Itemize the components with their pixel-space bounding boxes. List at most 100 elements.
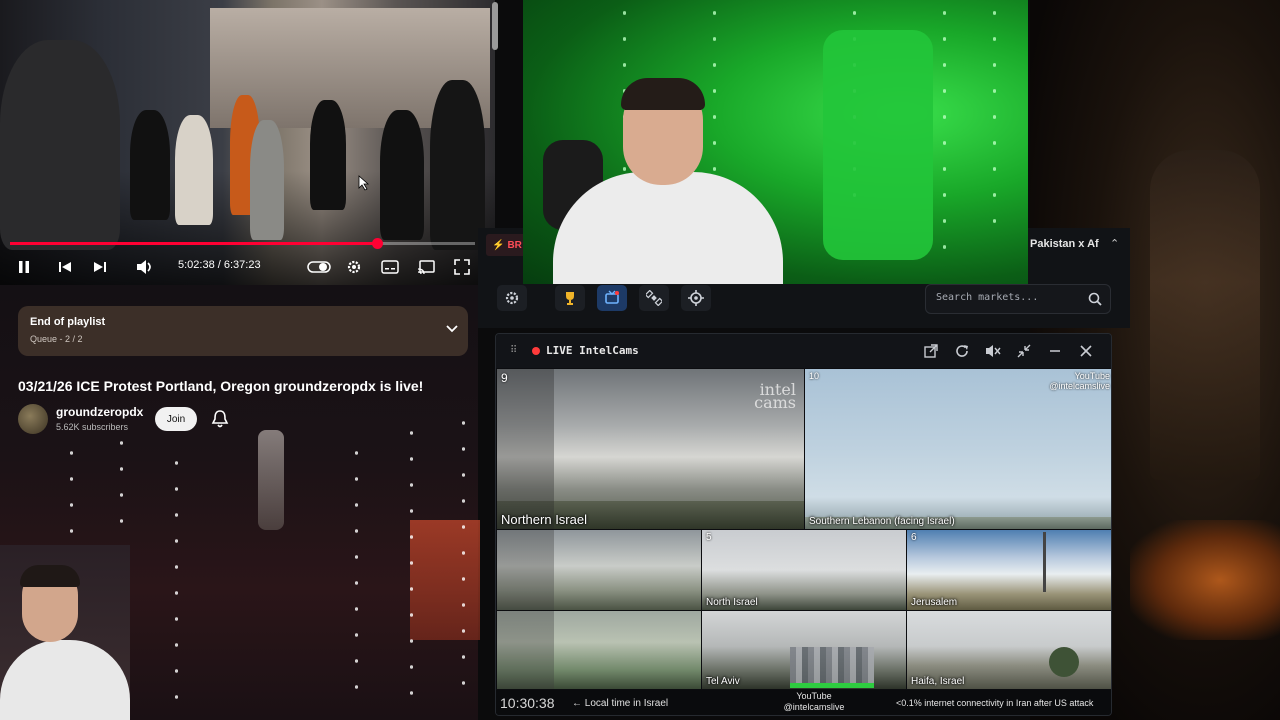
person: [430, 80, 485, 250]
string-lights: [462, 410, 465, 700]
tv-icon: [605, 290, 619, 304]
time-readout: 5:02:38 / 6:37:23: [178, 259, 261, 271]
string-lights: [993, 0, 996, 240]
camera-feed[interactable]: 5 North Israel: [702, 530, 906, 610]
close-icon[interactable]: [1077, 342, 1095, 360]
channel-credit: YouTube @intelcamslive: [764, 691, 864, 713]
skip-previous-icon[interactable]: [55, 256, 75, 278]
trophy-icon: [566, 292, 574, 305]
seek-bar[interactable]: [10, 238, 475, 249]
captions-icon[interactable]: [380, 256, 400, 278]
minimize-icon[interactable]: [1046, 342, 1064, 360]
window-header[interactable]: ⠿ LIVE IntelCams: [496, 334, 1111, 368]
camera-feed[interactable]: 10 YouTube @intelcamslive Southern Leban…: [805, 369, 1111, 529]
app-name: IntelCams: [579, 344, 639, 357]
feed-label: Northern Israel: [501, 512, 587, 527]
trophy-button[interactable]: [555, 285, 585, 311]
pixelated-region: [790, 683, 874, 688]
camera-feed[interactable]: [497, 530, 701, 610]
bell-icon[interactable]: [210, 408, 230, 430]
gear-icon[interactable]: [344, 256, 364, 278]
subscriber-count: 5.62K subscribers: [56, 422, 129, 432]
drag-handle-icon[interactable]: ⠿: [510, 345, 517, 356]
blurred-pole: [258, 430, 284, 530]
channel-name[interactable]: groundzeropdx: [56, 405, 143, 419]
news-ticker[interactable]: Pakistan x Af: [1030, 238, 1099, 250]
volume-icon[interactable]: [135, 256, 155, 278]
search-box[interactable]: [925, 284, 1111, 314]
search-input[interactable]: [936, 292, 1076, 303]
tv-button[interactable]: [597, 285, 627, 311]
string-lights: [943, 0, 946, 260]
watermark: YouTube @intelcamslive: [1049, 371, 1110, 391]
feed-label: Jerusalem: [911, 597, 958, 608]
fullscreen-icon[interactable]: [452, 256, 472, 278]
video-title: 03/21/26 ICE Protest Portland, Oregon gr…: [18, 378, 424, 394]
person: [380, 110, 424, 240]
person: [175, 115, 213, 225]
feed-overlay: [497, 530, 554, 610]
satellite-button[interactable]: [639, 285, 669, 311]
blurred-sign: [410, 520, 480, 640]
window-title: LIVE IntelCams: [546, 344, 639, 357]
feed-number: 6: [911, 532, 917, 543]
join-button[interactable]: Join: [155, 407, 197, 431]
camera-feed[interactable]: [497, 611, 701, 689]
feed-overlay: [497, 611, 554, 689]
chevron-down-icon[interactable]: [446, 322, 458, 336]
pause-icon[interactable]: [14, 256, 34, 278]
clock-caption: ← Local time in Israel: [572, 698, 669, 709]
person: [0, 40, 120, 250]
bolt-icon: ⚡: [492, 239, 505, 251]
locate-button[interactable]: [681, 285, 711, 311]
streamer-webcam-inset: [0, 545, 130, 720]
news-crawl: <0.1% internet connectivity in Iran afte…: [896, 698, 1094, 708]
gear-icon: [505, 291, 519, 305]
skip-next-icon[interactable]: [90, 256, 110, 278]
playlist-panel[interactable]: End of playlist Queue - 2 / 2: [18, 306, 468, 356]
breaking-label: BR: [507, 239, 522, 251]
collapse-icon[interactable]: [1015, 342, 1033, 360]
feed-label: Haifa, Israel: [911, 676, 965, 687]
person: [310, 100, 346, 210]
seek-bar-played: [10, 242, 378, 245]
credit-platform: YouTube: [796, 691, 832, 701]
breaking-badge[interactable]: ⚡ BR: [486, 234, 526, 256]
camera-feed[interactable]: Haifa, Israel: [907, 611, 1111, 689]
person: [130, 110, 170, 220]
avatar[interactable]: [18, 404, 48, 434]
person: [250, 120, 284, 240]
autoplay-toggle-icon[interactable]: [306, 256, 332, 278]
scrollbar[interactable]: [492, 2, 498, 50]
pixelated-region: [790, 647, 874, 683]
settings-button[interactable]: [497, 285, 527, 311]
string-lights: [355, 440, 358, 700]
intelcams-window[interactable]: ⠿ LIVE IntelCams 9 intel cams Northern I…: [495, 333, 1112, 716]
string-lights: [175, 450, 178, 700]
local-clock: 10:30:38: [500, 695, 555, 711]
playlist-queue-position: Queue - 2 / 2: [30, 334, 83, 344]
antenna-tower: [1043, 532, 1046, 592]
streamer-shirt: [0, 640, 130, 720]
feed-overlay: [497, 369, 554, 529]
streamer-hair: [621, 78, 705, 110]
camera-feed[interactable]: Tel Aviv: [702, 611, 906, 689]
video-player[interactable]: 5:02:38 / 6:37:23: [0, 0, 495, 285]
cast-icon[interactable]: [416, 256, 436, 278]
refresh-icon[interactable]: [953, 342, 971, 360]
open-external-icon[interactable]: [922, 342, 940, 360]
mouse-cursor-icon: [358, 175, 370, 191]
live-indicator-dot: [532, 347, 540, 355]
green-chair: [823, 30, 933, 260]
intelcams-logo: intel cams: [754, 380, 796, 412]
feed-label: North Israel: [706, 597, 758, 608]
live-label: LIVE: [546, 344, 573, 357]
camera-feed[interactable]: 9 intel cams Northern Israel: [497, 369, 804, 529]
feed-label: Tel Aviv: [706, 676, 740, 687]
chevron-up-icon[interactable]: ⌃: [1110, 237, 1119, 250]
mute-icon[interactable]: [984, 342, 1002, 360]
playlist-title: End of playlist: [30, 316, 106, 328]
credit-handle: @intelcamslive: [783, 702, 845, 712]
search-icon[interactable]: [1088, 292, 1102, 306]
camera-feed[interactable]: 6 Jerusalem: [907, 530, 1111, 610]
